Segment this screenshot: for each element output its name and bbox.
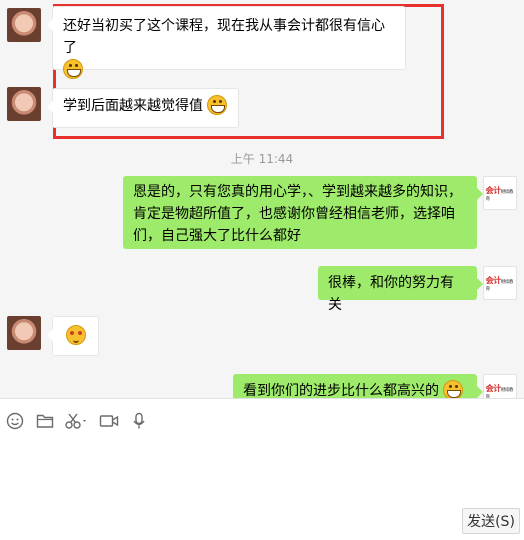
message-bubble[interactable]: 看到你们的进步比什么都高兴的 bbox=[233, 374, 483, 398]
avatar-contact[interactable] bbox=[7, 87, 41, 121]
message-text: 看到你们的进步比什么都高兴的 bbox=[243, 383, 439, 398]
message-bubble[interactable]: 恩是的，只有您真的用心学，、学到越来越多的知识，肯定是物超所值了，也感谢你曾经相… bbox=[123, 176, 483, 249]
grin-icon bbox=[207, 95, 228, 115]
message-text: 恩是的，只有您真的用心学，、学到越来越多的知识，肯定是物超所值了，也感谢你曾经相… bbox=[133, 184, 462, 244]
message-text: 还好当初买了这个课程，现在我从事会计都很有信心了 bbox=[63, 18, 385, 56]
message-bubble[interactable]: 学到后面越来越觉得值 bbox=[47, 88, 239, 128]
input-toolbar bbox=[0, 409, 154, 433]
avatar-self[interactable]: 会计继续教育 bbox=[483, 374, 517, 398]
message-text: 很棒，和你的努力有关 bbox=[328, 275, 454, 313]
message-bubble[interactable] bbox=[47, 316, 99, 356]
send-button[interactable]: 发送(S) bbox=[462, 508, 520, 534]
avatar-self[interactable]: 会计继续教育 bbox=[483, 176, 517, 210]
grin-icon bbox=[443, 380, 464, 398]
video-icon[interactable] bbox=[94, 409, 124, 433]
logo-icon: 会计继续教育 bbox=[485, 186, 514, 202]
logo-icon: 会计继续教育 bbox=[485, 276, 514, 292]
blush-icon bbox=[66, 325, 86, 345]
avatar-self[interactable]: 会计继续教育 bbox=[483, 266, 517, 300]
message-bubble[interactable]: 还好当初买了这个课程，现在我从事会计都很有信心了 bbox=[47, 6, 406, 79]
folder-icon[interactable] bbox=[30, 409, 60, 433]
message-input-area[interactable]: 发送(S) bbox=[0, 399, 524, 540]
grin-icon bbox=[63, 59, 83, 79]
emoji-icon[interactable] bbox=[0, 409, 30, 433]
avatar-contact[interactable] bbox=[7, 316, 41, 350]
avatar-contact[interactable] bbox=[7, 8, 41, 42]
chat-history: 还好当初买了这个课程，现在我从事会计都很有信心了 学到后面越来越觉得值 上午 1… bbox=[0, 0, 524, 398]
message-bubble[interactable]: 很棒，和你的努力有关 bbox=[318, 266, 483, 313]
timestamp: 上午 11:44 bbox=[230, 152, 294, 166]
microphone-icon[interactable] bbox=[124, 409, 154, 433]
message-text: 学到后面越来越觉得值 bbox=[63, 98, 203, 114]
logo-icon: 会计继续教育 bbox=[485, 384, 514, 398]
scissors-icon[interactable] bbox=[60, 409, 94, 433]
